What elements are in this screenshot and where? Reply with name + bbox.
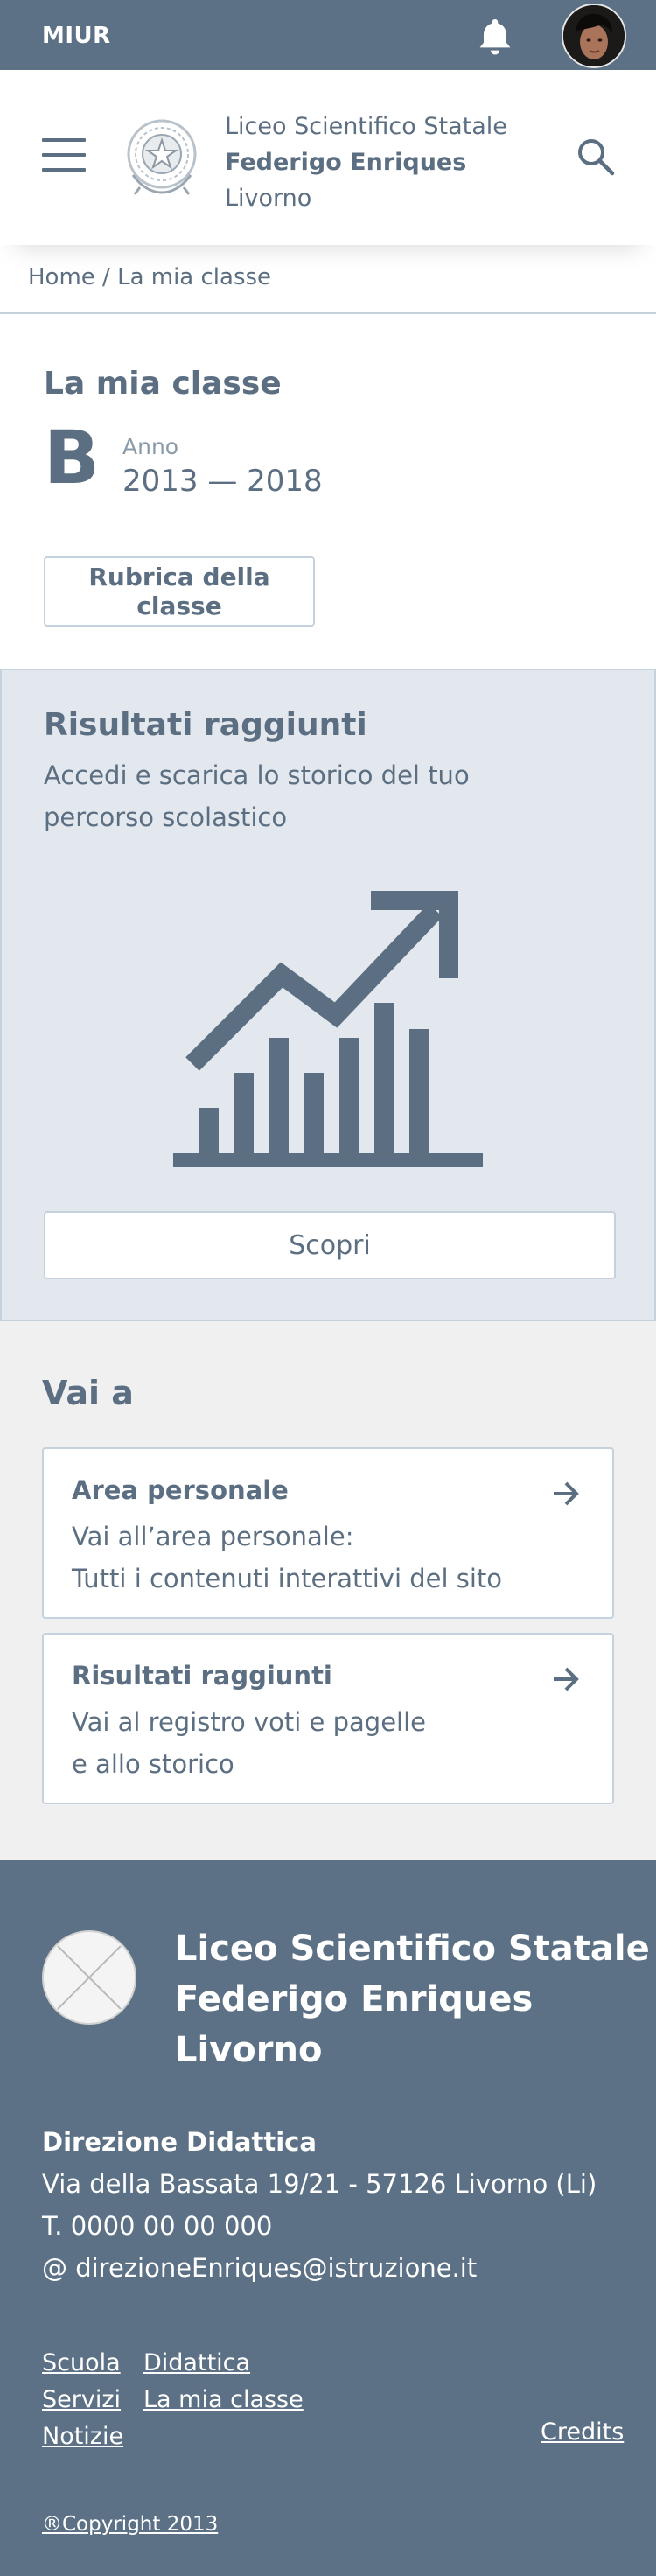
footer-link-credits[interactable]: Credits	[541, 2418, 624, 2446]
card-title: Risultati raggiunti	[72, 1661, 332, 1690]
office-address: Via della Bassata 19/21 - 57126 Livorno …	[42, 2169, 597, 2199]
footer-link-notizie[interactable]: Notizie	[42, 2423, 123, 2450]
footer-name-line2: Federigo Enriques	[175, 1979, 534, 2020]
avatar-photo	[563, 5, 625, 66]
breadcrumb-current: La mia classe	[117, 264, 272, 290]
user-avatar[interactable]	[562, 4, 626, 68]
footer-school-name: Liceo Scientifico Statale Federigo Enriq…	[175, 1923, 650, 2076]
arrow-right-icon	[554, 1481, 579, 1506]
results-panel: Risultati raggiunti Accedi e scarica lo …	[0, 668, 656, 1321]
ministry-brand[interactable]: MIUR	[42, 23, 111, 49]
footer-link-didattica[interactable]: Didattica	[143, 2349, 250, 2376]
office-title: Direzione Didattica	[42, 2127, 317, 2157]
breadcrumb: Home / La mia classe	[28, 264, 271, 290]
footer-link-scuola[interactable]: Scuola	[42, 2349, 121, 2376]
footer-link-servizi[interactable]: Servizi	[42, 2386, 121, 2413]
go-to-section: Vai a Area personale Vai all’area person…	[0, 1321, 656, 1860]
site-footer: Liceo Scientifico Statale Federigo Enriq…	[0, 1860, 656, 2576]
footer-copyright[interactable]: ®Copyright 2013	[42, 2513, 218, 2536]
office-email[interactable]: @ direzioneEnriques@istruzione.it	[42, 2247, 597, 2289]
school-name-line1: Liceo Scientifico Statale	[225, 113, 507, 140]
footer-links-col2: Didattica La mia classe	[143, 2345, 304, 2418]
top-bar: MIUR	[0, 0, 656, 70]
breadcrumb-home[interactable]: Home	[28, 264, 95, 290]
results-description: Accedi e scarica lo storico del tuo perc…	[44, 760, 470, 832]
search-icon[interactable]	[574, 135, 618, 178]
republic-emblem-icon	[127, 119, 197, 195]
school-logo-placeholder-icon	[42, 1930, 136, 2025]
footer-contact-info: Direzione Didattica Via della Bassata 19…	[42, 2121, 597, 2289]
footer-name-line3: Livorno	[175, 2030, 323, 2070]
footer-link-la-mia-classe[interactable]: La mia classe	[143, 2386, 304, 2413]
office-phone: T. 0000 00 00 000	[42, 2211, 273, 2241]
divider	[0, 312, 656, 314]
menu-icon[interactable]	[42, 138, 86, 173]
year-value: 2013 — 2018	[122, 464, 323, 499]
arrow-right-icon	[554, 1667, 579, 1691]
card-results[interactable]: Risultati raggiunti Vai al registro voti…	[42, 1633, 614, 1804]
year-label: Anno	[122, 434, 179, 459]
growth-chart-icon	[173, 891, 483, 1167]
go-to-title: Vai a	[42, 1374, 134, 1412]
site-header: Liceo Scientifico Statale Federigo Enriq…	[0, 70, 656, 245]
school-name-line3: Livorno	[225, 185, 312, 212]
page-title: La mia classe	[44, 366, 282, 402]
card-personal-area[interactable]: Area personale Vai all’area personale: T…	[42, 1447, 614, 1619]
card-text: Vai all’area personale: Tutti i contenut…	[72, 1522, 503, 1593]
footer-links-col1: Scuola Servizi Notizie	[42, 2345, 123, 2455]
class-directory-button[interactable]: Rubrica della classe	[44, 556, 315, 626]
discover-button[interactable]: Scopri	[44, 1211, 616, 1279]
card-title: Area personale	[72, 1475, 289, 1505]
results-title: Risultati raggiunti	[44, 707, 367, 743]
card-text: Vai al registro voti e pagelle e allo st…	[72, 1707, 426, 1779]
breadcrumb-separator: /	[94, 264, 118, 290]
school-name-line2: Federigo Enriques	[225, 149, 467, 176]
footer-name-line1: Liceo Scientifico Statale	[175, 1928, 650, 1969]
school-name[interactable]: Liceo Scientifico Statale Federigo Enriq…	[225, 108, 507, 216]
notification-bell-icon[interactable]	[474, 16, 516, 58]
class-letter: B	[44, 415, 101, 500]
